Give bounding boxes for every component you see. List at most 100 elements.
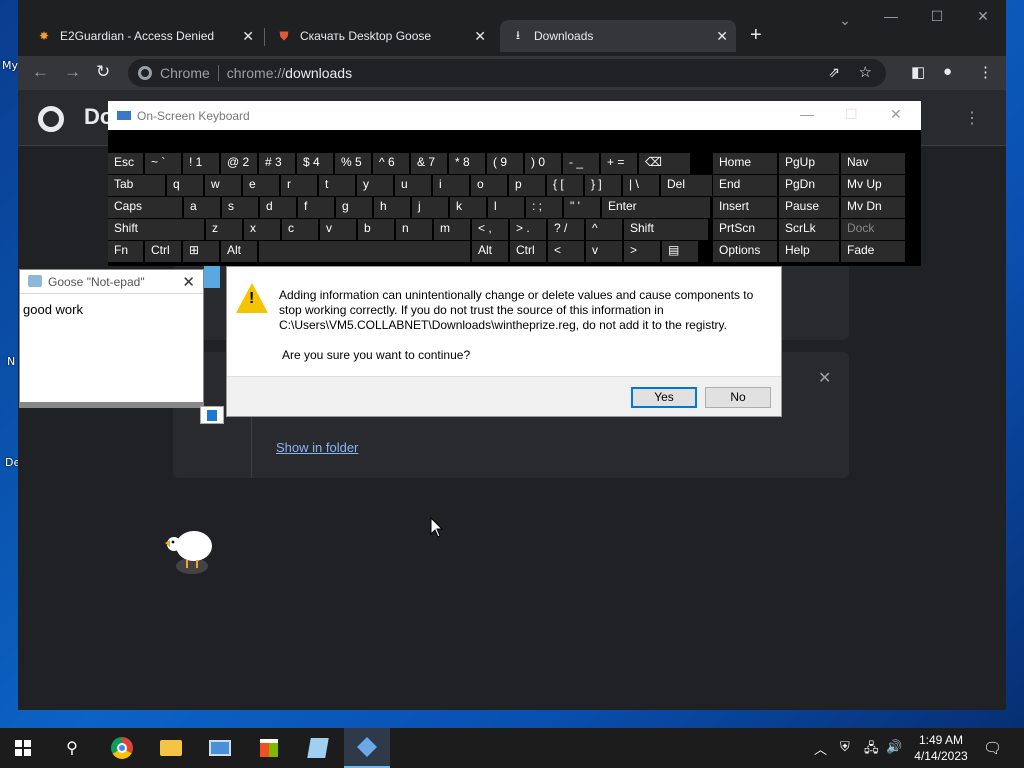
show-hidden-icons-icon[interactable]: ︿ (814, 739, 827, 758)
osk-key[interactable]: Enter (602, 197, 710, 218)
notifications-icon[interactable]: 🗨 (983, 739, 1002, 757)
side-panel-icon[interactable]: ◧ (911, 63, 925, 81)
notepad-app-icon[interactable] (200, 406, 224, 424)
osk-key[interactable]: f (298, 197, 334, 218)
osk-key[interactable]: Caps (108, 197, 182, 218)
osk-key[interactable]: k (450, 197, 486, 218)
osk-key[interactable]: v (586, 241, 622, 262)
tab-e2guardian[interactable]: ✸ E2Guardian - Access Denied ✕ (26, 20, 262, 52)
clock[interactable]: 1:49 AM 4/14/2023 (913, 732, 969, 764)
osk-key[interactable]: Dock (841, 219, 905, 240)
osk-key[interactable]: # 3 (259, 153, 295, 174)
osk-key[interactable]: < , (472, 219, 508, 240)
show-in-folder-link[interactable]: Show in folder (276, 440, 358, 455)
osk-key[interactable]: Shift (624, 219, 708, 240)
osk-key[interactable]: - _ (563, 153, 599, 174)
osk-key[interactable]: m (434, 219, 470, 240)
osk-key[interactable]: Insert (713, 197, 777, 218)
maximize-button[interactable]: ☐ (914, 8, 960, 25)
osk-key[interactable]: ? / (548, 219, 584, 240)
tab-downloads[interactable]: ⭳ Downloads ✕ (500, 20, 736, 52)
osk-key[interactable]: Home (713, 153, 777, 174)
reload-icon[interactable]: ↻ (96, 62, 110, 82)
osk-key[interactable] (259, 241, 470, 262)
osk-key[interactable]: Ctrl (510, 241, 546, 262)
osk-key[interactable]: e (243, 175, 279, 196)
osk-key[interactable]: w (205, 175, 241, 196)
osk-key[interactable]: @ 2 (221, 153, 257, 174)
back-icon[interactable]: ← (32, 62, 49, 82)
osk-key[interactable]: ) 0 (525, 153, 561, 174)
menu-icon[interactable]: ⋮ (978, 63, 993, 81)
goose-icon[interactable] (162, 524, 216, 576)
osk-key[interactable]: ⊞ (183, 241, 219, 262)
close-tab-icon[interactable]: ✕ (716, 28, 728, 45)
osk-key[interactable]: Pause (779, 197, 839, 218)
osk-key[interactable]: Fn (108, 241, 143, 262)
share-icon[interactable]: ⇗ (828, 64, 840, 81)
osk-key[interactable]: c (282, 219, 318, 240)
osk-key[interactable]: + = (601, 153, 637, 174)
tab-desktop-goose[interactable]: ⛊ Скачать Desktop Goose ✕ (266, 20, 494, 52)
osk-key[interactable]: ( 9 (487, 153, 523, 174)
osk-key[interactable]: Del (661, 175, 712, 196)
tab-search-icon[interactable]: ⌄ (822, 12, 868, 29)
osk-minimize-button[interactable]: — (800, 106, 814, 122)
osk-key[interactable]: q (167, 175, 203, 196)
osk-key[interactable]: s (222, 197, 258, 218)
osk-key[interactable]: a (184, 197, 220, 218)
close-tab-icon[interactable]: ✕ (474, 28, 486, 45)
remote-desktop-icon[interactable] (197, 728, 243, 768)
osk-key[interactable]: b (358, 219, 394, 240)
osk-key[interactable]: Nav (841, 153, 905, 174)
store-icon[interactable] (246, 728, 292, 768)
osk-key[interactable]: ~ ` (145, 153, 181, 174)
osk-key[interactable]: Shift (108, 219, 204, 240)
yes-button[interactable]: Yes (631, 387, 697, 408)
osk-key[interactable]: Options (713, 241, 777, 262)
minimize-button[interactable]: — (868, 8, 914, 24)
network-icon[interactable]: 🖧 (864, 739, 879, 761)
osk-close-button[interactable]: ✕ (890, 106, 902, 123)
osk-key[interactable]: * 8 (449, 153, 485, 174)
notepad-scrollbar[interactable] (20, 402, 203, 407)
osk-key[interactable]: " ' (564, 197, 600, 218)
new-tab-button[interactable]: + (750, 24, 762, 47)
forward-icon[interactable]: → (64, 62, 81, 82)
osk-key[interactable]: ⌫ (639, 153, 690, 174)
osk-key[interactable]: PgDn (779, 175, 839, 196)
osk-key[interactable]: ^ 6 (373, 153, 409, 174)
osk-key[interactable]: ScrLk (779, 219, 839, 240)
profile-icon[interactable]: ● (943, 63, 952, 80)
goose-taskbar-icon[interactable] (344, 728, 390, 768)
osk-key[interactable]: PrtScn (713, 219, 777, 240)
osk-key[interactable]: > . (510, 219, 546, 240)
bookmark-star-icon[interactable]: ☆ (859, 63, 872, 81)
osk-key[interactable]: ! 1 (183, 153, 219, 174)
osk-key[interactable]: u (395, 175, 431, 196)
no-button[interactable]: No (705, 387, 771, 408)
osk-key[interactable]: { [ (547, 175, 583, 196)
osk-key[interactable]: & 7 (411, 153, 447, 174)
remove-download-icon[interactable]: ✕ (818, 368, 831, 388)
osk-key[interactable]: : ; (526, 197, 562, 218)
osk-key[interactable]: t (319, 175, 355, 196)
notepad-taskbar-icon[interactable] (295, 728, 341, 768)
osk-key[interactable]: i (433, 175, 469, 196)
osk-key[interactable]: $ 4 (297, 153, 333, 174)
file-explorer-icon[interactable] (148, 728, 194, 768)
close-window-button[interactable]: ✕ (960, 8, 1006, 25)
osk-key[interactable]: n (396, 219, 432, 240)
osk-key[interactable]: } ] (585, 175, 621, 196)
osk-key[interactable]: p (509, 175, 545, 196)
volume-icon[interactable]: 🔊 (886, 739, 902, 755)
osk-key[interactable]: PgUp (779, 153, 839, 174)
osk-key[interactable]: v (320, 219, 356, 240)
osk-key[interactable]: d (260, 197, 296, 218)
osk-maximize-button[interactable]: ☐ (845, 106, 858, 123)
osk-key[interactable]: Alt (472, 241, 508, 262)
osk-key[interactable]: Alt (221, 241, 257, 262)
osk-key[interactable]: Fade (841, 241, 905, 262)
osk-key[interactable]: > (624, 241, 660, 262)
more-options-icon[interactable]: ⋮ (964, 108, 980, 128)
